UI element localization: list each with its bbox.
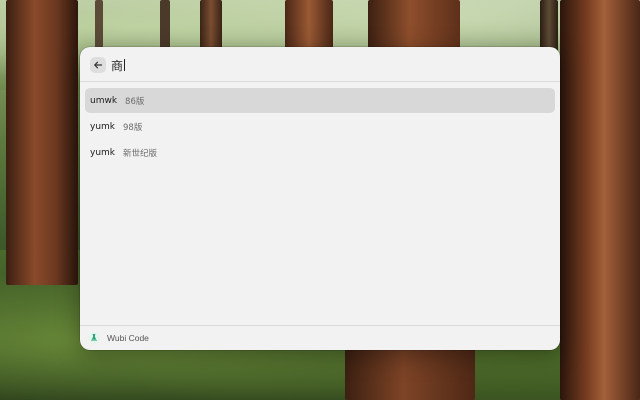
search-input[interactable]: 商 [111,57,541,73]
wallpaper-tree [6,0,78,285]
list-item[interactable]: yumk 新世纪版 [85,140,555,165]
wubi-code-app-icon [88,332,100,344]
result-version: 新世纪版 [123,148,158,159]
search-query: 商 [111,59,124,73]
result-code: yumk [90,121,116,132]
result-code: umwk [90,95,118,106]
result-version: 86版 [125,96,145,107]
extension-name: Wubi Code [107,333,149,343]
results-list: umwk 86版 yumk 98版 yumk 新世纪版 [85,88,555,166]
result-version: 98版 [123,122,143,133]
footer-bar: Wubi Code [80,325,560,350]
flask-icon [91,334,97,341]
desktop-wallpaper: 商 umwk 86版 yumk 98版 yumk 新世纪版 Wubi Code [0,0,640,400]
list-item[interactable]: yumk 98版 [85,114,555,139]
result-code: yumk [90,147,116,158]
launcher-window: 商 umwk 86版 yumk 98版 yumk 新世纪版 Wubi Code [80,47,560,350]
back-button[interactable] [90,57,106,73]
text-caret [124,59,126,71]
list-item[interactable]: umwk 86版 [85,88,555,113]
search-bar: 商 [80,47,560,82]
wallpaper-tree [560,0,640,400]
arrow-left-icon [94,61,103,69]
wallpaper-tree [345,348,475,400]
